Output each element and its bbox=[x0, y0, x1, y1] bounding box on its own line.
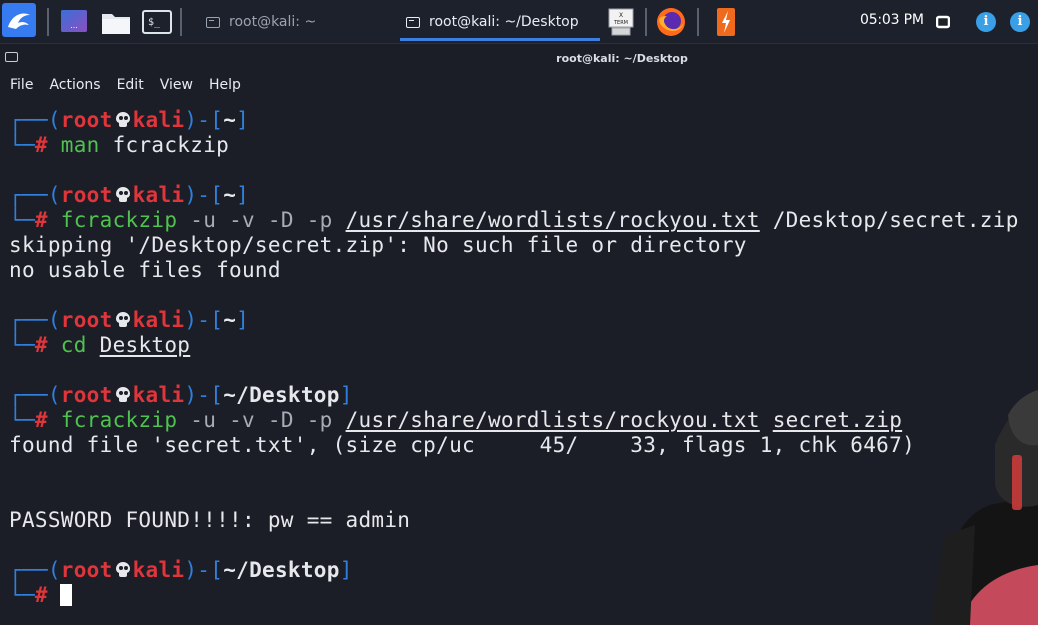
info-icon[interactable]: i bbox=[976, 12, 996, 32]
prompt-user: root bbox=[60, 183, 113, 207]
prompt-host: kali bbox=[132, 108, 185, 132]
menu-actions[interactable]: Actions bbox=[49, 77, 100, 93]
window-titlebar[interactable]: root@kali: ~/Desktop bbox=[0, 44, 1038, 72]
top-panel: ... $_ root@kali: ~ root@kali: ~/Desktop… bbox=[0, 0, 1038, 44]
active-task-indicator bbox=[400, 38, 600, 41]
command-name: fcrackzip bbox=[60, 408, 178, 432]
prompt-user: root bbox=[60, 383, 113, 407]
skull-icon bbox=[115, 112, 131, 128]
prompt-cwd: ~/Desktop bbox=[223, 383, 340, 407]
output-line: skipping '/Desktop/secret.zip': No such … bbox=[9, 233, 747, 257]
panel-separator bbox=[180, 8, 182, 36]
terminal-output[interactable]: ┌──(root kali)-[~] └─# man fcrackzip ┌──(… bbox=[0, 98, 1038, 625]
prompt-host: kali bbox=[132, 558, 185, 582]
terminal-cursor bbox=[59, 584, 72, 606]
terminal-window-icon bbox=[406, 16, 420, 28]
prompt-line: ┌──(root kali)-[~] bbox=[9, 308, 250, 332]
prompt-cwd: ~ bbox=[223, 183, 237, 207]
command-flags: -u -v -D -p bbox=[190, 408, 333, 432]
command-name: cd bbox=[60, 333, 87, 357]
prompt-user: root bbox=[60, 108, 113, 132]
workspace-switch-icon[interactable] bbox=[936, 6, 950, 38]
skull-icon bbox=[115, 387, 131, 403]
command-wordlist: /usr/share/wordlists/rockyou.txt bbox=[345, 408, 760, 432]
xterm-icon[interactable]: X TERM bbox=[606, 6, 636, 38]
command-name: man bbox=[60, 133, 100, 157]
menu-file[interactable]: File bbox=[10, 77, 33, 93]
prompt-cwd: ~/Desktop bbox=[223, 558, 340, 582]
skull-icon bbox=[115, 312, 131, 328]
command-flags: -u -v -D -p bbox=[190, 208, 333, 232]
info-icon[interactable]: i bbox=[1010, 12, 1030, 32]
show-desktop-icon[interactable]: ... bbox=[60, 6, 88, 38]
prompt-line: ┌──(root kali)-[~] bbox=[9, 108, 250, 132]
command-line: └─# fcrackzip -u -v -D -p /usr/share/wor… bbox=[9, 208, 1019, 232]
prompt-cwd: ~ bbox=[223, 108, 237, 132]
output-line: no usable files found bbox=[9, 258, 281, 282]
taskbar-item-home[interactable]: root@kali: ~ bbox=[200, 4, 395, 40]
taskbar-item-desktop[interactable]: root@kali: ~/Desktop bbox=[400, 4, 600, 41]
svg-text:$_: $_ bbox=[148, 17, 161, 28]
prompt-line: ┌──(root kali)-[~/Desktop] bbox=[9, 558, 353, 582]
prompt-cwd: ~ bbox=[223, 308, 237, 332]
kali-menu-icon[interactable] bbox=[2, 3, 36, 37]
menu-edit[interactable]: Edit bbox=[117, 77, 144, 93]
svg-text:X: X bbox=[619, 12, 623, 19]
password-found-line: PASSWORD FOUND!!!!: pw == admin bbox=[9, 508, 411, 532]
taskbar-item-label: root@kali: ~ bbox=[229, 14, 317, 30]
command-line: └─# bbox=[9, 583, 72, 608]
prompt-host: kali bbox=[132, 383, 185, 407]
prompt-line: ┌──(root kali)-[~/Desktop] bbox=[9, 383, 353, 407]
svg-text:TERM: TERM bbox=[613, 20, 628, 26]
panel-separator bbox=[47, 8, 49, 36]
command-name: fcrackzip bbox=[60, 208, 178, 232]
prompt-user: root bbox=[60, 308, 113, 332]
prompt-host: kali bbox=[132, 308, 185, 332]
terminal-window-icon bbox=[206, 16, 220, 28]
firefox-icon[interactable] bbox=[655, 6, 687, 38]
burpsuite-icon[interactable] bbox=[715, 6, 737, 38]
output-line: found file 'secret.txt', (size cp/uc 45/… bbox=[9, 433, 916, 457]
command-target: /Desktop/secret.zip bbox=[772, 208, 1019, 232]
terminal-launcher-icon[interactable]: $_ bbox=[142, 6, 172, 38]
command-args: fcrackzip bbox=[112, 133, 230, 157]
menu-help[interactable]: Help bbox=[209, 77, 241, 93]
command-args: Desktop bbox=[99, 333, 191, 357]
skull-icon bbox=[115, 187, 131, 203]
command-wordlist: /usr/share/wordlists/rockyou.txt bbox=[345, 208, 760, 232]
clock[interactable]: 05:03 PM bbox=[860, 12, 924, 28]
taskbar-item-label: root@kali: ~/Desktop bbox=[429, 14, 579, 30]
command-line: └─# fcrackzip -u -v -D -p /usr/share/wor… bbox=[9, 408, 903, 432]
command-line: └─# man fcrackzip bbox=[9, 133, 230, 157]
file-manager-icon[interactable] bbox=[101, 6, 131, 38]
panel-separator bbox=[697, 8, 699, 36]
command-target: secret.zip bbox=[772, 408, 903, 432]
window-title: root@kali: ~/Desktop bbox=[556, 52, 688, 65]
prompt-line: ┌──(root kali)-[~] bbox=[9, 183, 250, 207]
panel-separator bbox=[645, 8, 647, 36]
menu-view[interactable]: View bbox=[160, 77, 193, 93]
prompt-host: kali bbox=[132, 183, 185, 207]
webcam-overlay bbox=[900, 385, 1038, 625]
prompt-user: root bbox=[60, 558, 113, 582]
menubar: File Actions Edit View Help bbox=[0, 72, 1038, 98]
skull-icon bbox=[115, 562, 131, 578]
svg-text:...: ... bbox=[70, 21, 78, 30]
command-line: └─# cd Desktop bbox=[9, 333, 191, 357]
